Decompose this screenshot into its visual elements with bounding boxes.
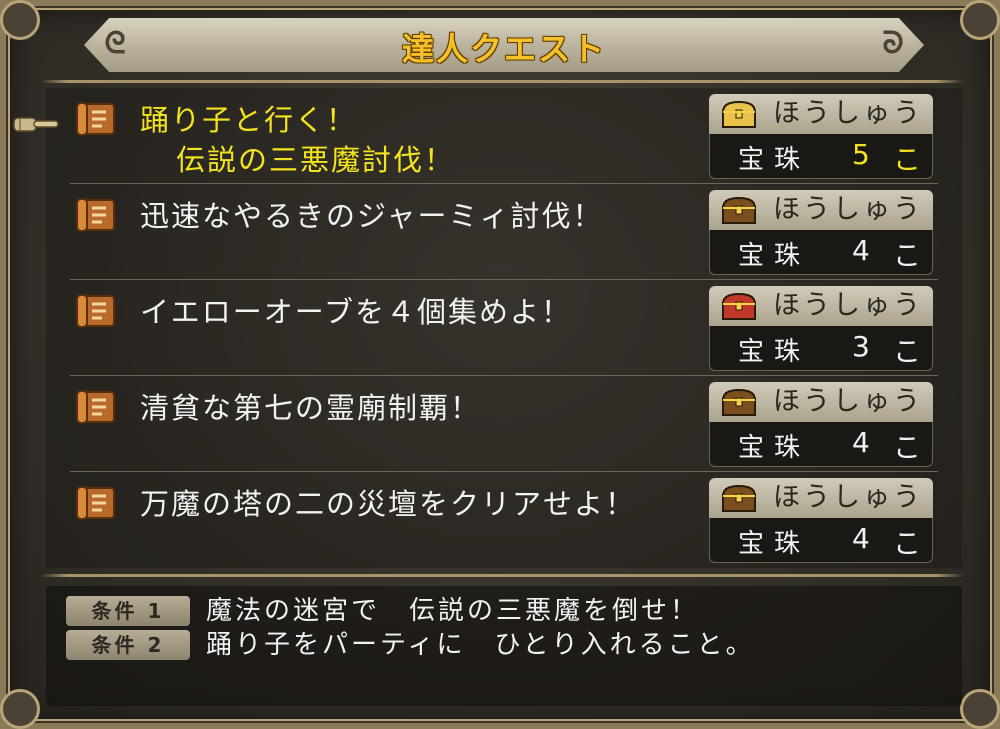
quest-title-line: 万魔の塔の二の災壇をクリアせよ！ — [140, 487, 637, 521]
condition-text-2: 踊り子をパーティに ひとり入れること。 — [206, 630, 755, 660]
quest-scroll-icon — [76, 486, 115, 520]
frame-corner-ornament — [0, 0, 40, 40]
quest-row[interactable]: 踊り子と行く！ 伝説の三悪魔討伐！ ほうしゅう 宝珠 5 こ — [46, 88, 962, 184]
gem-unit: こ — [893, 431, 922, 464]
gem-count: 3 — [852, 330, 870, 363]
quest-list: 踊り子と行く！ 伝説の三悪魔討伐！ ほうしゅう 宝珠 5 こ 迅速なやるきのジャ… — [46, 88, 962, 568]
gem-unit: こ — [893, 239, 922, 272]
condition-tag-1: 条件 1 — [66, 596, 190, 626]
gem-count: 4 — [852, 522, 870, 555]
condition-text-1: 魔法の迷宮で 伝説の三悪魔を倒せ！ — [206, 596, 700, 626]
conditions-panel: 条件 1 魔法の迷宮で 伝説の三悪魔を倒せ！ 条件 2 踊り子をパーティに ひと… — [46, 586, 962, 706]
gem-unit: こ — [893, 527, 922, 560]
reward-header: ほうしゅう — [709, 382, 933, 422]
reward-body: 宝珠 4 こ — [709, 422, 933, 467]
quest-row[interactable]: 迅速なやるきのジャーミィ討伐！ ほうしゅう 宝珠 4 こ — [46, 184, 962, 280]
reward-label: ほうしゅう — [773, 290, 923, 321]
quest-scroll-icon — [76, 102, 115, 136]
reward-body: 宝珠 5 こ — [709, 134, 933, 179]
treasure-chest-icon — [721, 100, 757, 128]
swirl-ornament-icon: ᘐ — [882, 26, 904, 61]
treasure-chest-icon — [721, 484, 757, 512]
frame-corner-ornament — [960, 689, 1000, 729]
window-title: 達人クエスト — [401, 30, 606, 68]
title-bar: ᘓ 達人クエスト ᘐ — [84, 18, 924, 72]
reward-header: ほうしゅう — [709, 94, 933, 134]
quest-title: 清貧な第七の霊廟制覇！ — [140, 388, 481, 428]
reward-header: ほうしゅう — [709, 190, 933, 230]
gem-label: 宝珠 — [738, 433, 811, 463]
treasure-chest-icon — [721, 388, 757, 416]
reward-box: ほうしゅう 宝珠 4 こ — [709, 190, 933, 275]
reward-box: ほうしゅう 宝珠 4 こ — [709, 382, 933, 467]
reward-label: ほうしゅう — [773, 386, 923, 417]
gem-label: 宝珠 — [738, 241, 811, 271]
gem-unit: こ — [893, 335, 922, 368]
gem-label: 宝珠 — [738, 337, 811, 367]
gem-label: 宝珠 — [738, 529, 811, 559]
reward-label: ほうしゅう — [773, 194, 923, 225]
quest-title-line: 迅速なやるきのジャーミィ討伐！ — [140, 199, 604, 233]
gem-count: 5 — [852, 138, 870, 171]
reward-header: ほうしゅう — [709, 286, 933, 326]
reward-box: ほうしゅう 宝珠 4 こ — [709, 478, 933, 563]
quest-row[interactable]: 清貧な第七の霊廟制覇！ ほうしゅう 宝珠 4 こ — [46, 376, 962, 472]
quest-row[interactable]: イエローオーブを４個集めよ！ ほうしゅう 宝珠 3 こ — [46, 280, 962, 376]
pointing-hand-cursor-icon — [13, 117, 59, 132]
reward-box: ほうしゅう 宝珠 5 こ — [709, 94, 933, 179]
quest-title-line: イエローオーブを４個集めよ！ — [140, 295, 572, 329]
gem-count: 4 — [852, 426, 870, 459]
reward-label: ほうしゅう — [773, 98, 923, 129]
reward-label: ほうしゅう — [773, 482, 923, 513]
reward-body: 宝珠 4 こ — [709, 230, 933, 275]
divider — [40, 574, 964, 577]
quest-title-line: 伝説の三悪魔討伐！ — [176, 143, 456, 177]
gem-count: 4 — [852, 234, 870, 267]
condition-tag-2: 条件 2 — [66, 630, 190, 660]
quest-title: 万魔の塔の二の災壇をクリアせよ！ — [140, 484, 636, 524]
quest-title-line: 踊り子と行く！ — [140, 103, 358, 137]
quest-title: 踊り子と行く！ 伝説の三悪魔討伐！ — [140, 100, 455, 180]
gem-unit: こ — [893, 143, 922, 176]
quest-scroll-icon — [76, 198, 115, 232]
reward-box: ほうしゅう 宝珠 3 こ — [709, 286, 933, 371]
quest-title-line: 清貧な第七の霊廟制覇！ — [140, 391, 482, 425]
divider — [40, 80, 964, 83]
quest-scroll-icon — [76, 390, 115, 424]
gem-label: 宝珠 — [738, 145, 811, 175]
quest-title: イエローオーブを４個集めよ！ — [140, 292, 572, 332]
reward-body: 宝珠 4 こ — [709, 518, 933, 563]
treasure-chest-icon — [721, 196, 757, 224]
quest-title: 迅速なやるきのジャーミィ討伐！ — [140, 196, 604, 236]
quest-scroll-icon — [76, 294, 115, 328]
reward-body: 宝珠 3 こ — [709, 326, 933, 371]
treasure-chest-icon — [721, 292, 757, 320]
quest-window: ᘓ 達人クエスト ᘐ 踊り子と行く！ 伝説の三悪魔討伐！ ほうしゅう 宝珠 5 … — [0, 0, 1000, 729]
reward-header: ほうしゅう — [709, 478, 933, 518]
frame-corner-ornament — [0, 689, 40, 729]
frame-corner-ornament — [960, 0, 1000, 40]
quest-row[interactable]: 万魔の塔の二の災壇をクリアせよ！ ほうしゅう 宝珠 4 こ — [46, 472, 962, 568]
